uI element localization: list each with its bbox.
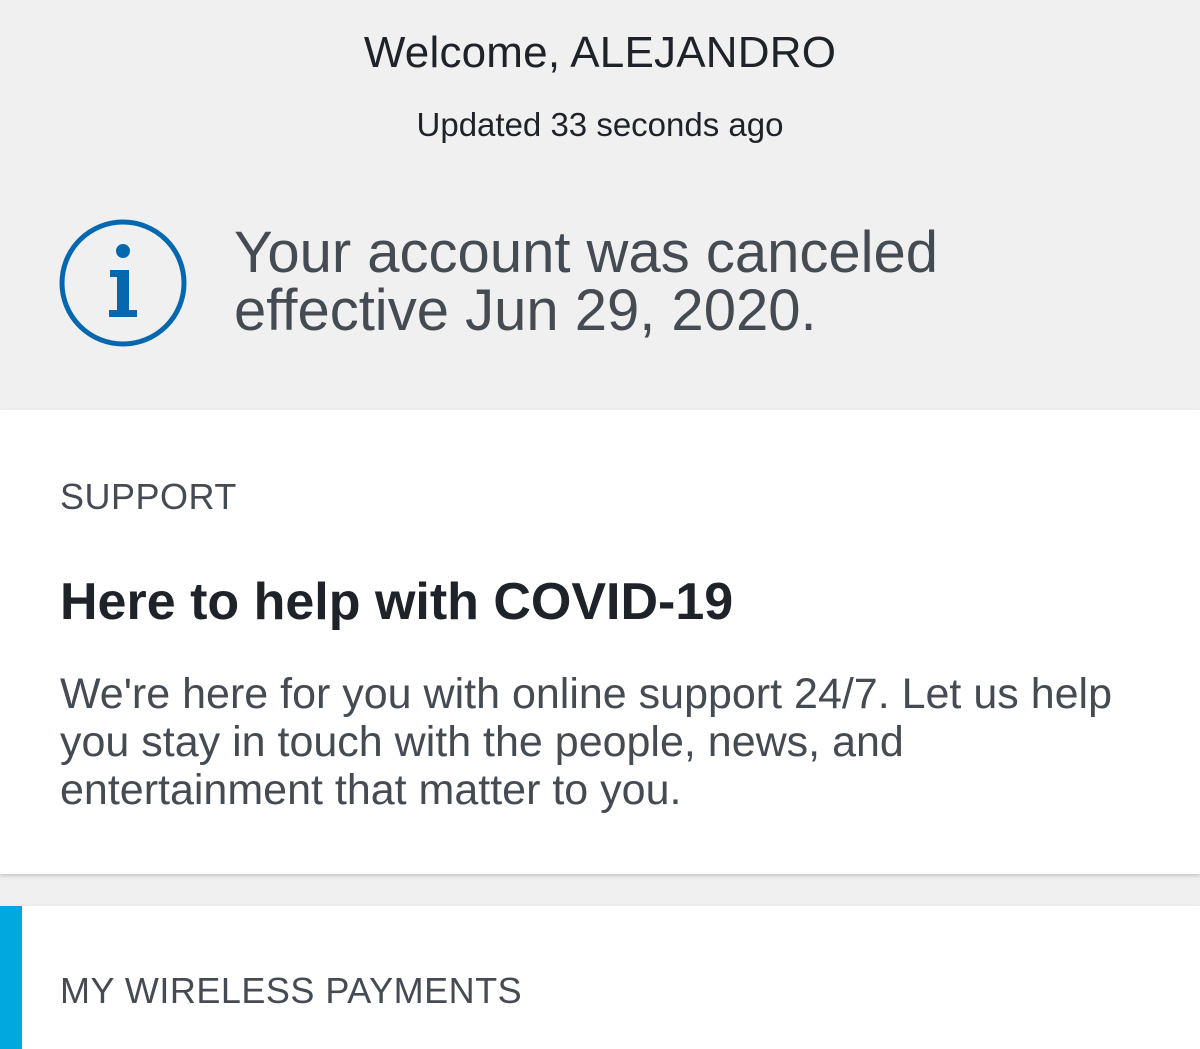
- info-icon: [58, 218, 188, 348]
- support-eyebrow: SUPPORT: [60, 476, 237, 517]
- status-line-1: Your account was canceled: [234, 220, 938, 285]
- card-accent-bar: [0, 906, 22, 1049]
- account-status-message: Your account was canceled effective Jun …: [234, 224, 1134, 340]
- support-body: We're here for you with online support 2…: [60, 670, 1112, 814]
- support-title: Here to help with COVID-19: [60, 573, 734, 631]
- payments-eyebrow: MY WIRELESS PAYMENTS: [60, 970, 523, 1011]
- welcome-heading: Welcome, ALEJANDRO: [363, 28, 837, 77]
- wireless-payments-card[interactable]: MY WIRELESS PAYMENTS: [0, 906, 1200, 1049]
- account-status-notice: Your account was canceled effective Jun …: [58, 218, 1158, 354]
- status-line-2: effective Jun 29, 2020.: [234, 278, 817, 343]
- account-header: Welcome, ALEJANDRO Updated 33 seconds ag…: [0, 0, 1200, 408]
- support-card[interactable]: SUPPORT Here to help with COVID-19 We're…: [0, 410, 1200, 874]
- last-updated-text: Updated 33 seconds ago: [416, 106, 784, 143]
- account-overview-page: Welcome, ALEJANDRO Updated 33 seconds ag…: [0, 0, 1200, 1049]
